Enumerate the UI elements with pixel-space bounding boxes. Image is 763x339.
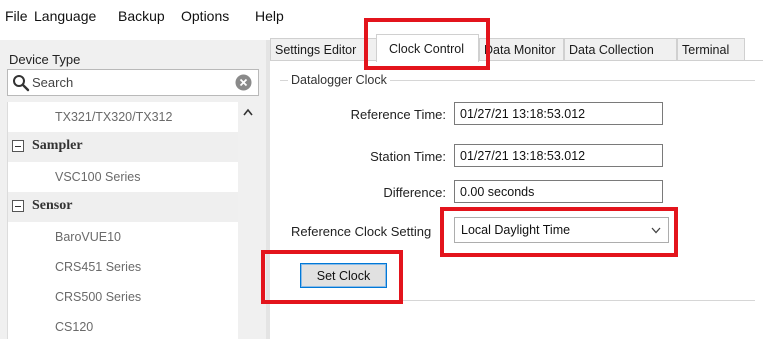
tab-strip-border xyxy=(270,60,763,61)
menu-language[interactable]: Language xyxy=(34,8,96,24)
tab-data-monitor[interactable]: Data Monitor xyxy=(479,38,564,60)
reference-clock-setting-label: Reference Clock Setting xyxy=(291,224,432,239)
tab-label: Data Monitor xyxy=(484,43,556,57)
tree-item-crs500[interactable]: CRS500 Series xyxy=(8,282,239,312)
tab-label: Settings Editor xyxy=(275,43,357,57)
difference-field[interactable] xyxy=(454,180,663,203)
group-bottom-border xyxy=(280,300,755,301)
collapse-box-icon[interactable] xyxy=(12,200,24,212)
tab-label: Data Collection xyxy=(569,43,654,57)
search-box[interactable] xyxy=(7,69,259,96)
station-time-label: Station Time: xyxy=(370,149,446,164)
tab-clock-control[interactable]: Clock Control xyxy=(376,34,479,62)
tree-category-sensor[interactable]: Sensor xyxy=(8,192,239,222)
select-value: Local Daylight Time xyxy=(461,223,571,237)
tree-category-sampler[interactable]: Sampler xyxy=(8,132,239,162)
menu-help[interactable]: Help xyxy=(255,8,284,24)
reference-time-label: Reference Time: xyxy=(350,107,446,122)
tree-item-cs120[interactable]: CS120 xyxy=(8,312,239,339)
tree-item-crs451[interactable]: CRS451 Series xyxy=(8,252,239,282)
tree-item-label: VSC100 Series xyxy=(55,170,141,184)
tab-settings-editor[interactable]: Settings Editor xyxy=(270,38,377,60)
search-input[interactable] xyxy=(32,73,228,92)
device-type-label: Device Type xyxy=(9,52,81,67)
menu-backup[interactable]: Backup xyxy=(118,8,165,24)
tree-item-label: CRS500 Series xyxy=(55,290,142,304)
search-icon xyxy=(13,75,30,92)
chevron-down-icon xyxy=(651,227,661,234)
set-clock-button[interactable]: Set Clock xyxy=(300,263,387,288)
tree-category-label: Sampler xyxy=(32,138,83,153)
tree-item-vsc100[interactable]: VSC100 Series xyxy=(8,162,239,192)
clear-search-icon[interactable] xyxy=(235,74,252,91)
chevron-up-icon[interactable] xyxy=(243,108,253,116)
tab-data-collection[interactable]: Data Collection xyxy=(564,38,677,60)
tree-category-label: Sensor xyxy=(32,198,73,213)
tree-item-barovue10[interactable]: BaroVUE10 xyxy=(8,222,239,252)
tree-item-tx321[interactable]: TX321/TX320/TX312 xyxy=(8,102,239,132)
tree-item-label: BaroVUE10 xyxy=(55,230,122,244)
station-time-field[interactable] xyxy=(454,144,663,167)
device-tree: TX321/TX320/TX312 Sampler VSC100 Series … xyxy=(7,102,239,339)
tab-terminal[interactable]: Terminal xyxy=(677,38,745,60)
tree-scrollbar[interactable] xyxy=(238,102,259,339)
tree-item-label: CRS451 Series xyxy=(55,260,142,274)
difference-label: Difference: xyxy=(383,185,446,200)
menu-file[interactable]: File xyxy=(5,8,28,24)
group-title: Datalogger Clock xyxy=(288,73,390,87)
reference-clock-setting-select[interactable]: Local Daylight Time xyxy=(454,217,669,243)
reference-time-field[interactable] xyxy=(454,102,663,125)
tab-label: Terminal xyxy=(682,43,730,57)
menu-bar: File Language Backup Options Help xyxy=(0,0,763,32)
tab-label: Clock Control xyxy=(389,42,465,56)
main-panel: Settings Editor Clock Control Data Monit… xyxy=(270,32,763,339)
tree-item-label: TX321/TX320/TX312 xyxy=(55,110,173,124)
tree-item-label: CS120 xyxy=(55,320,94,334)
menu-options[interactable]: Options xyxy=(181,8,229,24)
device-type-panel: Device Type TX321/TX320/TX312 Sampler VS… xyxy=(0,40,266,339)
collapse-box-icon[interactable] xyxy=(12,140,24,152)
